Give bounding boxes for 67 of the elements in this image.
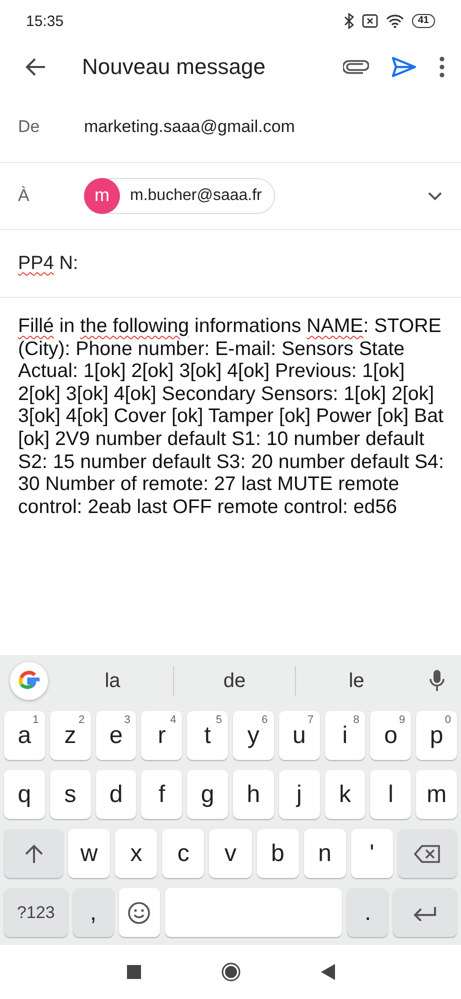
key[interactable]: '	[350, 829, 393, 878]
home-button[interactable]	[220, 962, 240, 982]
key-hint: 2	[78, 714, 85, 726]
paperclip-icon	[343, 60, 369, 74]
subject-field[interactable]: PP4 N:	[18, 252, 78, 274]
backspace-icon	[414, 844, 440, 862]
key-hint: 3	[124, 714, 130, 726]
circle-icon	[220, 962, 240, 982]
key[interactable]: g	[187, 770, 228, 819]
sim-icon	[362, 14, 378, 28]
key[interactable]: i 8	[324, 711, 366, 760]
chevron-down-icon[interactable]	[427, 191, 443, 201]
key-hint: 9	[399, 714, 406, 726]
key[interactable]: k	[324, 770, 366, 819]
shift-icon	[22, 842, 44, 864]
enter-icon	[413, 904, 438, 920]
smiley-icon	[127, 900, 152, 924]
key[interactable]: t 5	[187, 711, 228, 760]
key-hint: 4	[170, 714, 176, 726]
bluetooth-icon	[344, 13, 354, 29]
key[interactable]: q	[4, 770, 45, 819]
from-address: marketing.saaa@gmail.com	[84, 117, 295, 137]
symbols-key[interactable]: ?123	[4, 888, 68, 937]
to-label: À	[18, 186, 30, 206]
message-body[interactable]: Fillé in the following informations NAME: STORE (City): Phone number: E-mail: Sensors State Actual: 1[ok] 2[ok] 3[ok] 4[ok] Previous: 1[ok] 2[ok] 3[ok] 4[ok] Secondary Sensors: 1[ok] 2[ok] 3[ok] 4[ok] Cover [ok] Tamper [ok] Power [ok] Bat [ok] 2V9 number default S1: 10 number default S2: 15 number default S3: 20 number default S4: 30 Number of remote: 27 last MUTE remote control: 2eab last OFF remote control: ed56	[18, 315, 445, 518]
wifi-icon	[386, 14, 404, 28]
key[interactable]: v	[209, 829, 252, 878]
square-icon	[126, 965, 140, 979]
suggestion[interactable]: le	[295, 666, 417, 696]
back-nav-button[interactable]	[320, 964, 334, 980]
recipient-chip[interactable]: m m.bucher@saaa.fr	[84, 178, 275, 214]
microphone-icon	[429, 669, 445, 693]
recents-button[interactable]	[126, 965, 140, 979]
key-hint: 1	[32, 714, 39, 726]
key[interactable]: n	[304, 829, 346, 878]
key[interactable]: f	[141, 770, 182, 819]
key-hint: 6	[262, 714, 268, 726]
key-hint: 5	[216, 714, 222, 726]
shift-key[interactable]	[4, 829, 63, 878]
from-label: De	[18, 117, 41, 137]
key-hint: 8	[353, 714, 360, 726]
key[interactable]: h	[232, 770, 274, 819]
key[interactable]: x	[115, 829, 158, 878]
more-vertical-icon	[439, 56, 445, 78]
enter-key[interactable]	[393, 888, 458, 937]
triangle-icon	[320, 964, 334, 980]
status-time: 15:35	[26, 12, 64, 30]
key-hint: 7	[307, 714, 314, 726]
key[interactable]: .	[347, 888, 388, 937]
key[interactable]: l	[370, 770, 412, 819]
key[interactable]: s	[50, 770, 91, 819]
key[interactable]: c	[162, 829, 204, 878]
key[interactable]: b	[256, 829, 299, 878]
key[interactable]: d	[96, 770, 136, 819]
key[interactable]: ,	[72, 888, 114, 937]
key[interactable]: m	[416, 770, 457, 819]
key[interactable]: w	[68, 829, 110, 878]
suggestion[interactable]: de	[173, 666, 295, 696]
suggestion[interactable]: la	[52, 666, 173, 696]
key-hint: 0	[444, 714, 451, 726]
window-title: Nouveau message	[82, 54, 266, 80]
send-icon	[391, 56, 417, 78]
key[interactable]: j	[278, 770, 320, 819]
backspace-key[interactable]	[398, 829, 457, 878]
battery-level: 41	[412, 14, 435, 28]
google-button[interactable]	[10, 662, 48, 700]
emoji-key[interactable]	[118, 888, 160, 937]
